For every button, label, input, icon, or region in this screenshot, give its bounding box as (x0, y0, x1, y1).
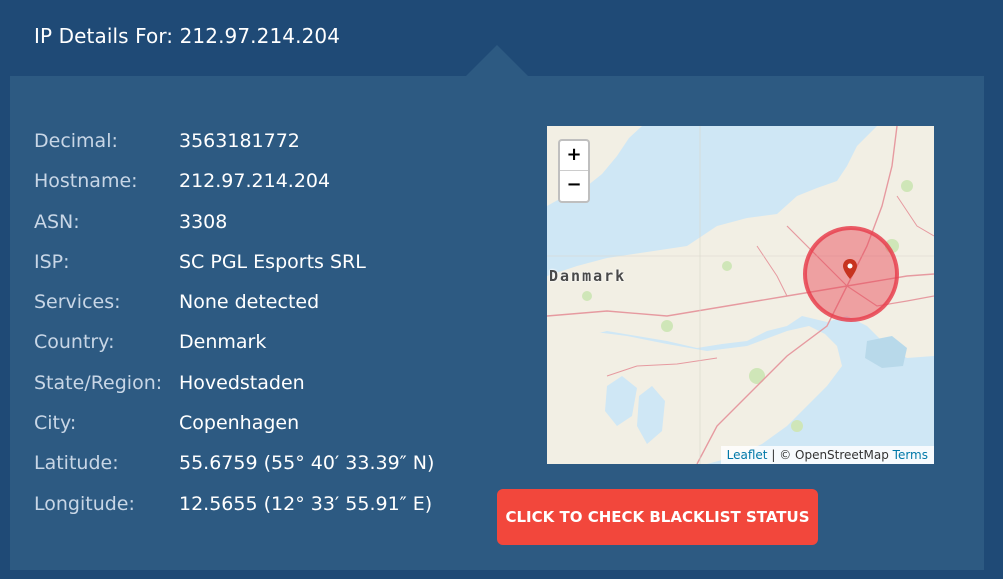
map-attribution: Leaflet | © OpenStreetMap Terms (720, 446, 934, 464)
map-zoom-control: + − (558, 139, 590, 203)
detail-value: Hovedstaden (179, 371, 305, 394)
detail-value: None detected (179, 291, 320, 314)
map-tiles (547, 126, 934, 464)
location-marker-icon (843, 259, 857, 279)
detail-label: Services: (34, 291, 121, 314)
panel-notch (466, 45, 528, 76)
detail-label: Hostname: (34, 170, 138, 193)
detail-value: 12.5655 (12° 33′ 55.91″ E) (179, 492, 433, 515)
zoom-out-button[interactable]: − (560, 171, 588, 200)
detail-value: SC PGL Esports SRL (179, 250, 366, 273)
detail-value: Copenhagen (179, 412, 300, 435)
detail-label: State/Region: (34, 371, 163, 394)
detail-label: ISP: (34, 250, 70, 273)
page-title: IP Details For: 212.97.214.204 (34, 24, 341, 48)
detail-label: Longitude: (34, 492, 135, 515)
detail-value: 212.97.214.204 (179, 170, 331, 193)
detail-value: 55.6759 (55° 40′ 33.39″ N) (179, 452, 435, 475)
detail-value: Denmark (179, 331, 267, 354)
detail-value: 3563181772 (179, 130, 300, 152)
detail-value: 3308 (179, 210, 228, 233)
detail-label: Decimal: (34, 130, 118, 152)
detail-label: Country: (34, 331, 115, 354)
leaflet-link[interactable]: Leaflet (727, 448, 768, 462)
check-blacklist-button[interactable]: CLICK TO CHECK BLACKLIST STATUS (497, 489, 818, 545)
terms-link[interactable]: Terms (893, 448, 928, 462)
attribution-text: | © OpenStreetMap (767, 448, 893, 462)
map-country-label: Danmark (549, 267, 627, 285)
detail-label: Latitude: (34, 452, 119, 475)
detail-label: City: (34, 412, 77, 435)
detail-label: ASN: (34, 210, 80, 233)
location-map[interactable]: Danmark + − Leaflet | © OpenStreetMap Te… (547, 126, 934, 464)
zoom-in-button[interactable]: + (560, 141, 588, 171)
